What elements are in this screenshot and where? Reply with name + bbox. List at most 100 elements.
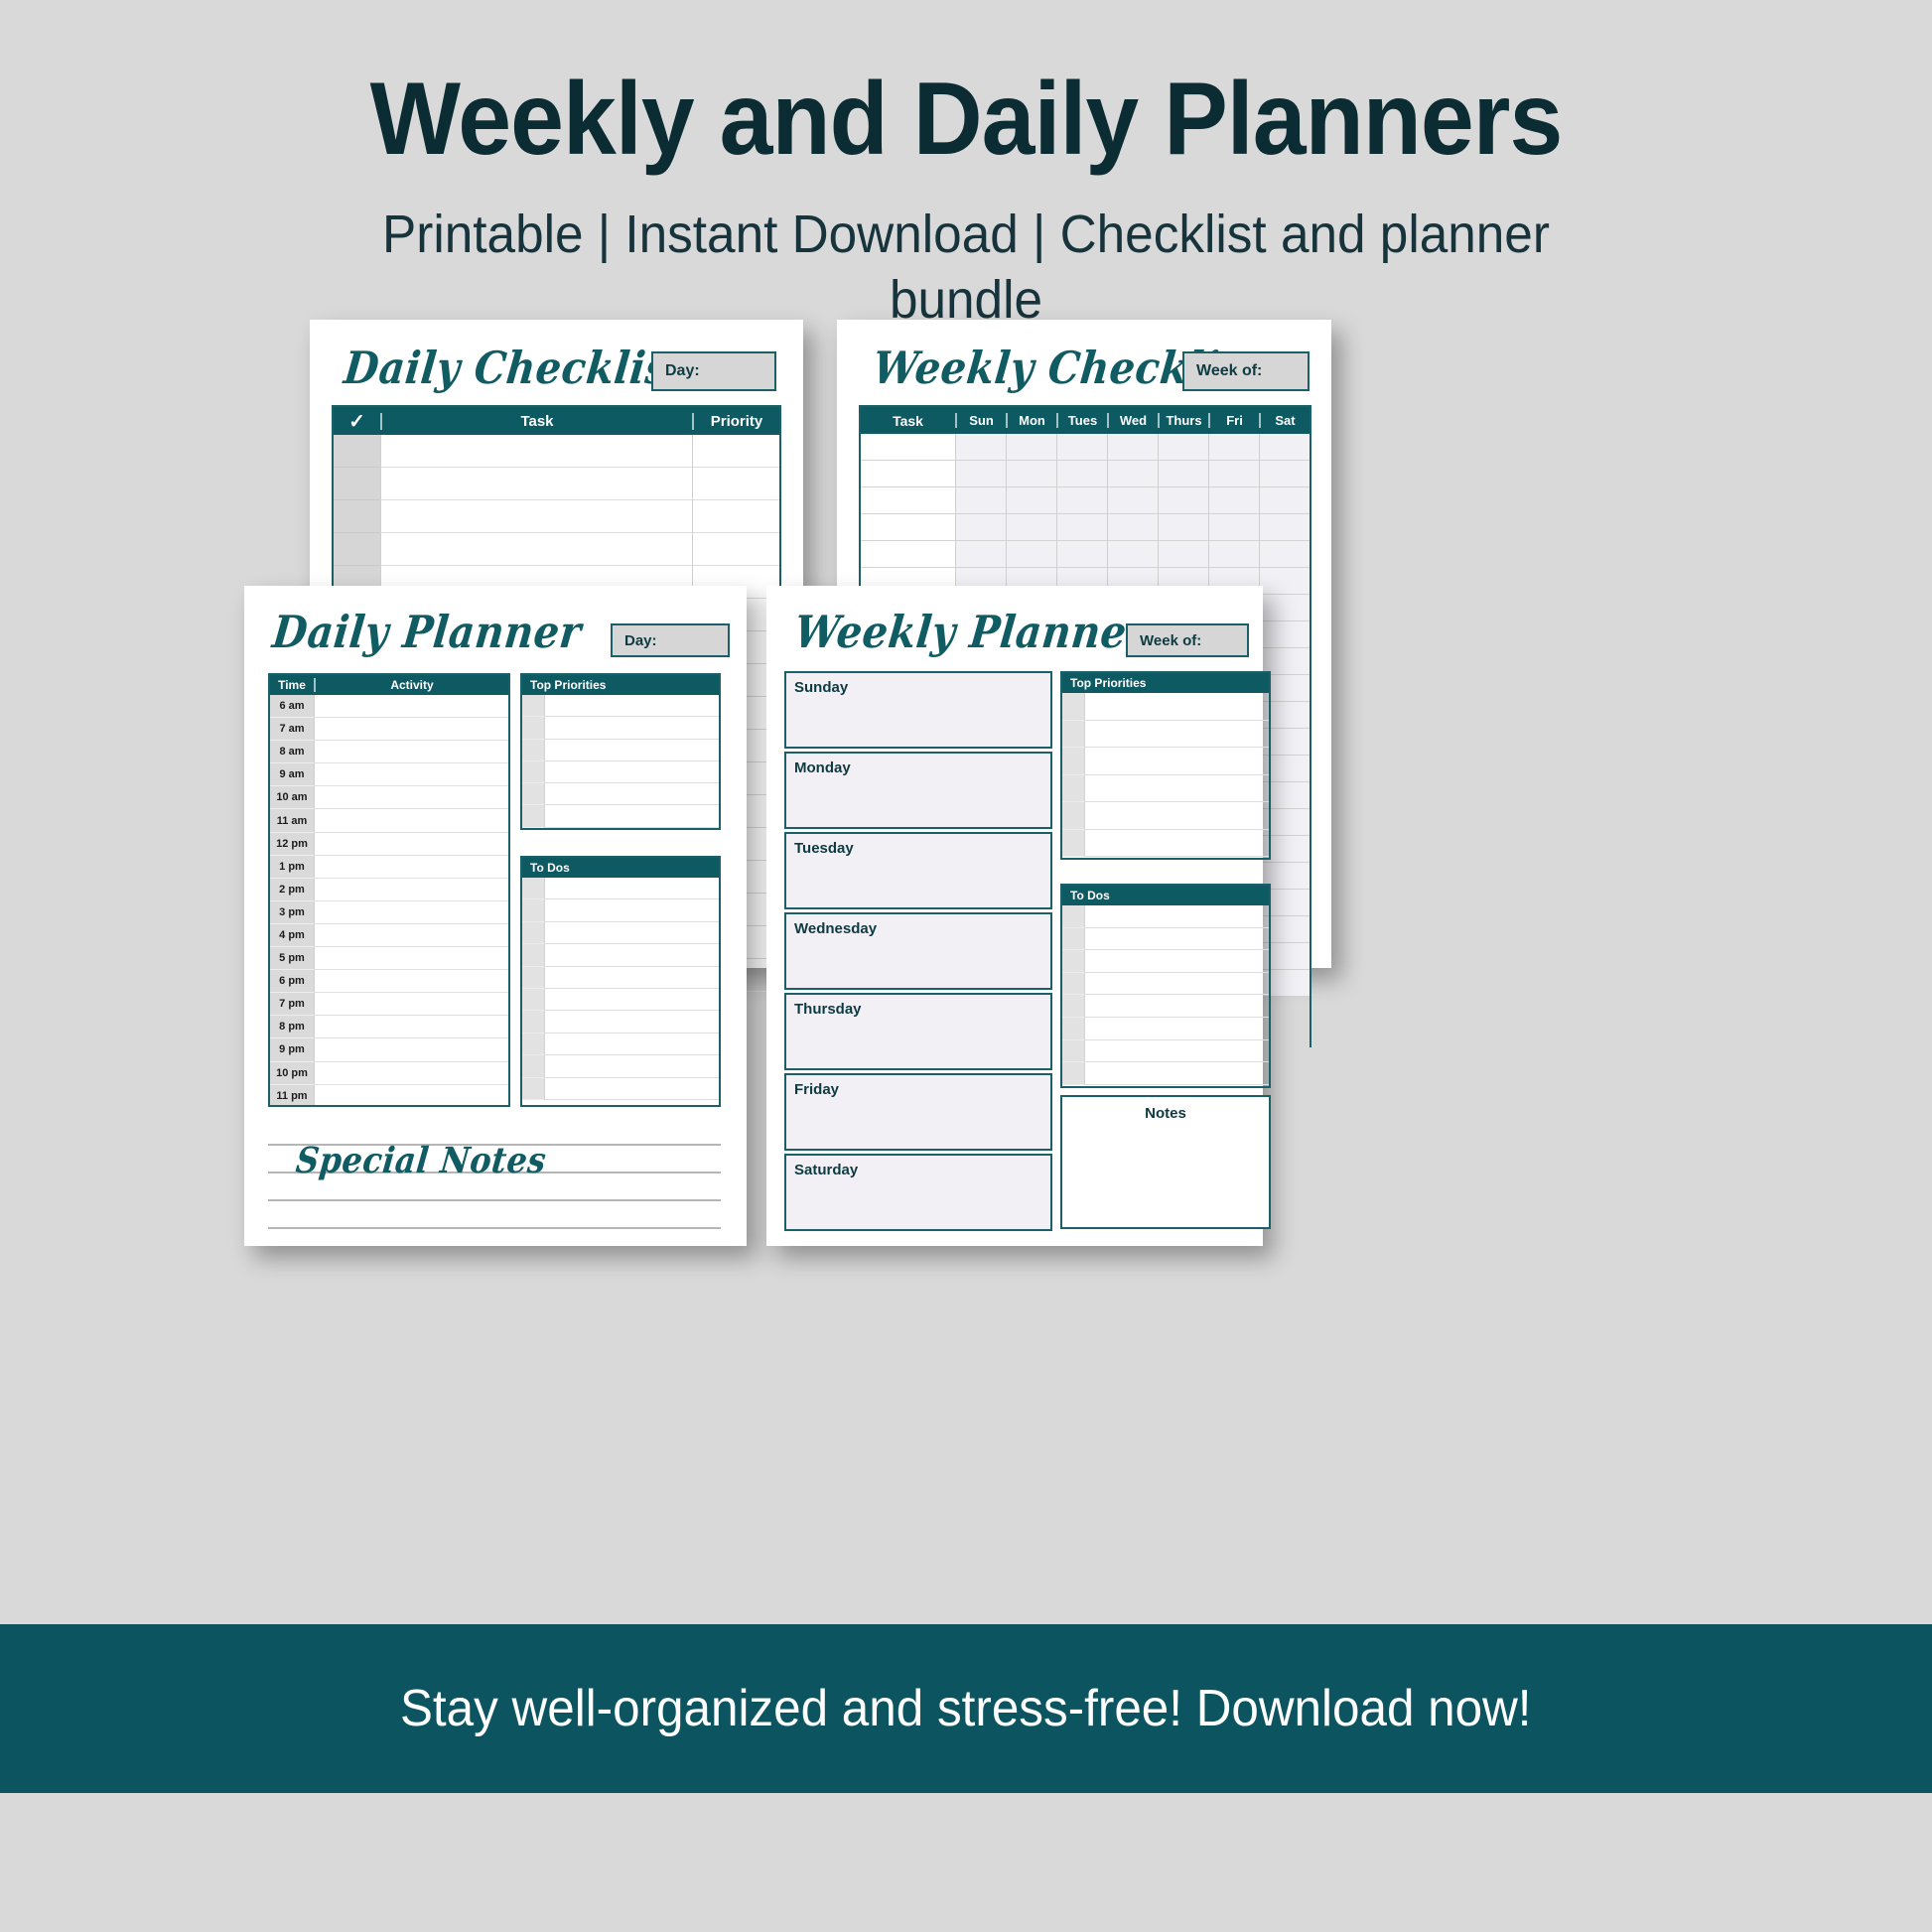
- day-cell-tues[interactable]: [1056, 434, 1107, 461]
- priority-row[interactable]: [1062, 720, 1269, 748]
- day-cell-wed[interactable]: [1107, 434, 1158, 461]
- checkbox-cell[interactable]: [522, 1033, 544, 1056]
- day-cell-sun[interactable]: [955, 434, 1006, 461]
- schedule-row[interactable]: 7 pm: [270, 993, 508, 1017]
- checkbox-cell[interactable]: [1062, 829, 1084, 857]
- entry-line[interactable]: [544, 760, 719, 784]
- priority-row[interactable]: [1062, 693, 1269, 721]
- todo-row[interactable]: [1062, 1062, 1269, 1085]
- checkbox-cell[interactable]: [522, 783, 544, 806]
- checkbox-cell[interactable]: [1062, 802, 1084, 830]
- todo-row[interactable]: [522, 921, 719, 945]
- activity-cell[interactable]: [314, 855, 508, 879]
- entry-line[interactable]: [544, 966, 719, 989]
- todo-row[interactable]: [522, 1011, 719, 1034]
- todo-row[interactable]: [522, 1055, 719, 1078]
- entry-line[interactable]: [1084, 774, 1269, 802]
- day-cell-mon[interactable]: [1006, 461, 1056, 487]
- priority-row[interactable]: [1062, 802, 1269, 830]
- schedule-row[interactable]: 7 am: [270, 718, 508, 742]
- day-cell-sat[interactable]: [1259, 568, 1310, 595]
- day-cell-sun[interactable]: [955, 487, 1006, 514]
- day-cell-mon[interactable]: [1006, 541, 1056, 568]
- checkbox-cell[interactable]: [1062, 720, 1084, 748]
- table-row[interactable]: [334, 435, 779, 468]
- day-cell-thurs[interactable]: [1158, 541, 1208, 568]
- priority-row[interactable]: [522, 805, 719, 828]
- day-cell-tues[interactable]: [1056, 541, 1107, 568]
- checkbox-cell[interactable]: [1062, 1039, 1084, 1063]
- table-row[interactable]: [334, 500, 779, 533]
- schedule-row[interactable]: 8 am: [270, 741, 508, 764]
- todo-row[interactable]: [522, 1033, 719, 1056]
- task-cell[interactable]: [861, 514, 955, 541]
- schedule-row[interactable]: 6 am: [270, 695, 508, 719]
- table-row[interactable]: [334, 468, 779, 500]
- schedule-row[interactable]: 4 pm: [270, 923, 508, 948]
- checkbox-cell[interactable]: [522, 1011, 544, 1034]
- day-cell-thurs[interactable]: [1158, 487, 1208, 514]
- priority-cell[interactable]: [692, 533, 779, 566]
- todo-row[interactable]: [1062, 1039, 1269, 1063]
- day-cell-sun[interactable]: [955, 541, 1006, 568]
- activity-cell[interactable]: [314, 718, 508, 742]
- todo-row[interactable]: [1062, 995, 1269, 1018]
- todo-row[interactable]: [522, 988, 719, 1012]
- day-cell-mon[interactable]: [1006, 514, 1056, 541]
- entry-line[interactable]: [1084, 995, 1269, 1018]
- checkbox-cell[interactable]: [522, 878, 544, 900]
- task-cell[interactable]: [380, 435, 692, 468]
- weekly-planner-card[interactable]: Weekly Planner Week of: Sunday Monday Tues…: [766, 586, 1271, 1246]
- day-box-tuesday[interactable]: Tuesday: [784, 832, 1052, 909]
- entry-line[interactable]: [1084, 1062, 1269, 1085]
- day-cell-sat[interactable]: [1259, 434, 1310, 461]
- table-row[interactable]: [861, 487, 1310, 514]
- todo-row[interactable]: [1062, 905, 1269, 928]
- entry-line[interactable]: [544, 878, 719, 900]
- checkbox-cell[interactable]: [522, 921, 544, 945]
- priority-row[interactable]: [522, 783, 719, 806]
- activity-cell[interactable]: [314, 947, 508, 971]
- priority-row[interactable]: [522, 695, 719, 718]
- day-cell-sat[interactable]: [1259, 595, 1310, 621]
- entry-line[interactable]: [544, 988, 719, 1012]
- day-cell-wed[interactable]: [1107, 461, 1158, 487]
- priority-row[interactable]: [1062, 829, 1269, 857]
- activity-cell[interactable]: [314, 900, 508, 924]
- entry-line[interactable]: [1084, 1017, 1269, 1040]
- schedule-row[interactable]: 12 pm: [270, 832, 508, 856]
- entry-line[interactable]: [544, 1011, 719, 1034]
- checkbox-cell[interactable]: [522, 944, 544, 967]
- day-cell-sun[interactable]: [955, 514, 1006, 541]
- entry-line[interactable]: [544, 805, 719, 828]
- day-cell-thurs[interactable]: [1158, 514, 1208, 541]
- activity-cell[interactable]: [314, 923, 508, 948]
- checkbox-cell[interactable]: [522, 899, 544, 922]
- todo-row[interactable]: [522, 878, 719, 900]
- checkbox-cell[interactable]: [522, 988, 544, 1012]
- day-cell-fri[interactable]: [1208, 461, 1259, 487]
- checkbox-cell[interactable]: [334, 435, 380, 468]
- checkbox-cell[interactable]: [1062, 693, 1084, 721]
- daily-planner-card[interactable]: Daily Planner Day: Time Activity 6 am 7 a…: [244, 586, 747, 1246]
- checkbox-cell[interactable]: [1062, 748, 1084, 775]
- checkbox-cell[interactable]: [1062, 905, 1084, 928]
- activity-cell[interactable]: [314, 1038, 508, 1062]
- task-cell[interactable]: [861, 541, 955, 568]
- day-cell-tues[interactable]: [1056, 514, 1107, 541]
- day-box-thursday[interactable]: Thursday: [784, 993, 1052, 1070]
- checkbox-cell[interactable]: [522, 739, 544, 761]
- table-row[interactable]: [861, 461, 1310, 487]
- checkbox-cell[interactable]: [1062, 995, 1084, 1018]
- entry-line[interactable]: [1084, 905, 1269, 928]
- day-box-saturday[interactable]: Saturday: [784, 1154, 1052, 1231]
- activity-cell[interactable]: [314, 993, 508, 1017]
- day-cell-fri[interactable]: [1208, 541, 1259, 568]
- day-cell-tues[interactable]: [1056, 487, 1107, 514]
- task-cell[interactable]: [861, 461, 955, 487]
- checkbox-cell[interactable]: [1062, 972, 1084, 996]
- day-cell-wed[interactable]: [1107, 487, 1158, 514]
- todo-row[interactable]: [522, 1077, 719, 1100]
- entry-line[interactable]: [1084, 693, 1269, 721]
- priority-row[interactable]: [1062, 748, 1269, 775]
